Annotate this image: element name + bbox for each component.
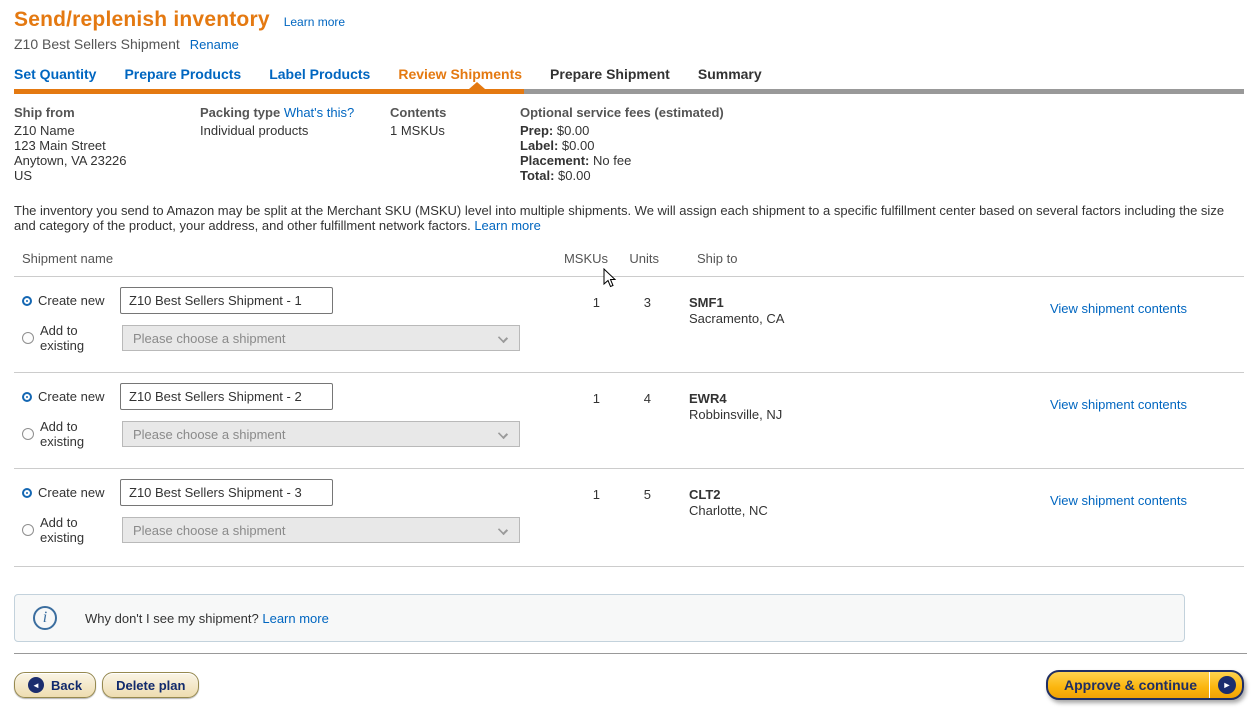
- infobox-text: Why don't I see my shipment? Learn more: [85, 611, 329, 626]
- fulfillment-center-city: Sacramento, CA: [689, 311, 784, 326]
- packing-type-value: Individual products: [200, 123, 390, 138]
- footer-divider: [14, 653, 1247, 654]
- tab-prepare-shipment: Prepare Shipment: [550, 66, 670, 82]
- fulfillment-center-city: Charlotte, NC: [689, 503, 768, 518]
- add-to-existing-radio[interactable]: [22, 524, 34, 536]
- page-header: Send/replenish inventory Learn more: [14, 8, 1244, 32]
- view-shipment-contents-link[interactable]: View shipment contents: [1050, 301, 1187, 316]
- ship-from-city: Anytown, VA 23226: [14, 153, 200, 168]
- mouse-cursor: [603, 268, 617, 289]
- ship-from-label: Ship from: [14, 105, 200, 120]
- tab-set-quantity[interactable]: Set Quantity: [14, 66, 96, 82]
- create-new-radio[interactable]: [24, 394, 30, 400]
- shipments-table-header: Shipment name MSKUs Units Ship to: [14, 245, 1244, 276]
- mskus-value: 1: [534, 287, 600, 353]
- create-new-label: Create new: [38, 485, 120, 500]
- ship-to-value: CLT2 Charlotte, NC: [651, 479, 981, 545]
- service-fees-block: Optional service fees (estimated) Prep: …: [520, 105, 724, 183]
- whats-this-link[interactable]: What's this?: [284, 105, 354, 120]
- create-new-label: Create new: [38, 293, 120, 308]
- contents-block: Contents 1 MSKUs: [390, 105, 520, 183]
- add-to-existing-label: Add to existing: [40, 515, 122, 545]
- ship-from-street: 123 Main Street: [14, 138, 200, 153]
- fulfillment-center-city: Robbinsville, NJ: [689, 407, 782, 422]
- add-to-existing-radio[interactable]: [22, 428, 34, 440]
- units-value: 4: [600, 383, 651, 449]
- header-units: Units: [608, 251, 659, 266]
- chevron-down-icon: [498, 333, 508, 343]
- infobox-learn-more-link[interactable]: Learn more: [262, 611, 328, 626]
- tab-label-products[interactable]: Label Products: [269, 66, 370, 82]
- approve-continue-button[interactable]: Approve & continue ►: [1046, 670, 1244, 700]
- workflow-tabbar: Set Quantity Prepare Products Label Prod…: [14, 66, 1244, 94]
- add-to-existing-label: Add to existing: [40, 323, 122, 353]
- chevron-down-icon: [498, 429, 508, 439]
- footer-actions: ◄ Back Delete plan Approve & continue ►: [14, 670, 1244, 700]
- fulfillment-center-code: SMF1: [689, 295, 981, 311]
- fee-prep: Prep: $0.00: [520, 123, 724, 138]
- plan-name-row: Z10 Best Sellers Shipment Rename: [14, 36, 1244, 52]
- view-shipment-contents-link[interactable]: View shipment contents: [1050, 493, 1187, 508]
- shipment-row-3: Create new Add to existing Please choose…: [14, 468, 1244, 567]
- service-fees-label: Optional service fees (estimated): [520, 105, 724, 120]
- plan-name: Z10 Best Sellers Shipment: [14, 36, 180, 52]
- shipment-name-input[interactable]: [120, 383, 333, 410]
- ship-to-value: EWR4 Robbinsville, NJ: [651, 383, 981, 449]
- fee-label: Label: $0.00: [520, 138, 724, 153]
- fulfillment-center-code: EWR4: [689, 391, 981, 407]
- header-ship-to: Ship to: [659, 251, 989, 266]
- tab-review-shipments[interactable]: Review Shipments: [398, 66, 522, 82]
- forward-arrow-icon: ►: [1218, 676, 1236, 694]
- delete-plan-button[interactable]: Delete plan: [102, 672, 199, 698]
- page-title: Send/replenish inventory: [14, 8, 270, 32]
- rename-link[interactable]: Rename: [190, 37, 239, 52]
- add-to-existing-radio[interactable]: [22, 332, 34, 344]
- fee-placement: Placement: No fee: [520, 153, 724, 168]
- existing-shipment-select[interactable]: Please choose a shipment: [122, 517, 520, 543]
- title-learn-more-link[interactable]: Learn more: [284, 15, 345, 29]
- back-arrow-icon: ◄: [28, 677, 44, 693]
- ship-from-name: Z10 Name: [14, 123, 200, 138]
- contents-value: 1 MSKUs: [390, 123, 520, 138]
- shipment-row-1: Create new Add to existing Please choose…: [14, 276, 1244, 372]
- back-button[interactable]: ◄ Back: [14, 672, 96, 698]
- tab-prepare-products[interactable]: Prepare Products: [124, 66, 241, 82]
- shipment-name-input[interactable]: [120, 287, 333, 314]
- shipment-help-infobox: i Why don't I see my shipment? Learn mor…: [14, 594, 1185, 642]
- fee-total: Total: $0.00: [520, 168, 724, 183]
- mskus-value: 1: [534, 383, 600, 449]
- tab-summary: Summary: [698, 66, 762, 82]
- existing-shipment-select[interactable]: Please choose a shipment: [122, 325, 520, 351]
- packing-type-label: Packing type What's this?: [200, 105, 390, 120]
- header-mskus: MSKUs: [542, 251, 608, 266]
- shipment-summary-bar: Ship from Z10 Name 123 Main Street Anyto…: [14, 94, 1244, 197]
- fulfillment-center-code: CLT2: [689, 487, 981, 503]
- existing-shipment-select[interactable]: Please choose a shipment: [122, 421, 520, 447]
- mskus-value: 1: [534, 479, 600, 545]
- add-to-existing-label: Add to existing: [40, 419, 122, 449]
- header-shipment-name: Shipment name: [22, 251, 542, 266]
- units-value: 3: [600, 287, 651, 353]
- create-new-radio[interactable]: [24, 490, 30, 496]
- active-tab-caret-icon: [469, 82, 485, 89]
- tab-progress-underline: [14, 89, 1244, 94]
- chevron-down-icon: [498, 525, 508, 535]
- view-shipment-contents-link[interactable]: View shipment contents: [1050, 397, 1187, 412]
- send-replenish-inventory-page: Send/replenish inventory Learn more Z10 …: [0, 0, 1258, 725]
- ship-from-block: Ship from Z10 Name 123 Main Street Anyto…: [14, 105, 200, 183]
- info-icon: i: [33, 606, 57, 630]
- packing-type-block: Packing type What's this? Individual pro…: [200, 105, 390, 183]
- shipment-row-2: Create new Add to existing Please choose…: [14, 372, 1244, 468]
- units-value: 5: [600, 479, 651, 545]
- ship-from-country: US: [14, 168, 200, 183]
- create-new-radio[interactable]: [24, 298, 30, 304]
- split-explanation-text: The inventory you send to Amazon may be …: [14, 204, 1244, 233]
- intro-learn-more-link[interactable]: Learn more: [474, 218, 540, 233]
- contents-label: Contents: [390, 105, 520, 120]
- ship-to-value: SMF1 Sacramento, CA: [651, 287, 981, 353]
- create-new-label: Create new: [38, 389, 120, 404]
- shipment-name-input[interactable]: [120, 479, 333, 506]
